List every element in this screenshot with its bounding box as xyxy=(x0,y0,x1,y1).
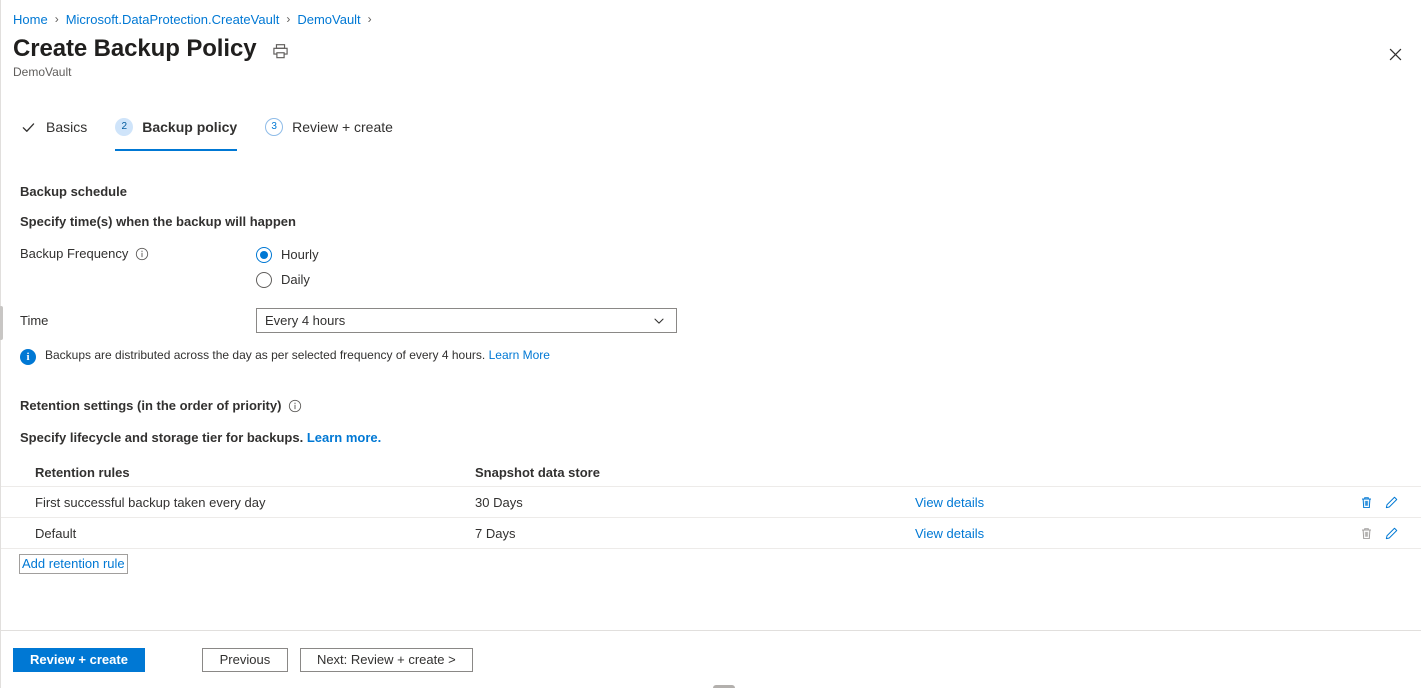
tab-label-backup-policy: Backup policy xyxy=(142,119,238,135)
info-filled-icon: i xyxy=(20,349,36,365)
view-details-link[interactable]: View details xyxy=(915,495,984,510)
breadcrumb-separator-icon: › xyxy=(367,12,372,26)
learn-more-link[interactable]: Learn More xyxy=(489,348,550,362)
breadcrumb-item-home[interactable]: Home xyxy=(13,12,48,27)
time-label: Time xyxy=(20,313,48,328)
column-header-retention-rules: Retention rules xyxy=(35,465,130,480)
view-details-link[interactable]: View details xyxy=(915,526,984,541)
review-create-button[interactable]: Review + create xyxy=(13,647,145,672)
breadcrumb-separator-icon: › xyxy=(54,12,59,26)
table-row: Default 7 Days View details xyxy=(1,518,1421,549)
tab-review-create[interactable]: 3 Review + create xyxy=(261,110,403,153)
tab-step-number: 2 xyxy=(115,118,134,136)
retention-description: Specify lifecycle and storage tier for b… xyxy=(20,430,381,445)
table-row: First successful backup taken every day … xyxy=(1,487,1421,518)
next-review-create-button[interactable]: Next: Review + create > xyxy=(299,647,473,672)
check-icon xyxy=(19,118,37,136)
page-header: Create Backup Policy xyxy=(13,34,290,64)
retention-settings-heading-text: Retention settings (in the order of prio… xyxy=(20,398,282,413)
tab-basics[interactable]: Basics xyxy=(15,110,97,153)
retention-learn-more-link[interactable]: Learn more. xyxy=(307,430,381,445)
backup-frequency-label-text: Backup Frequency xyxy=(20,246,129,261)
tab-backup-policy[interactable]: 2 Backup policy xyxy=(111,110,247,153)
previous-button[interactable]: Previous xyxy=(201,647,288,672)
chevron-down-icon xyxy=(652,314,666,328)
breadcrumb-item-demovault[interactable]: DemoVault xyxy=(297,12,360,27)
delete-icon xyxy=(1358,525,1374,541)
info-outline-icon[interactable] xyxy=(288,399,302,413)
radio-selected-icon xyxy=(256,246,272,263)
retention-rules-table: Retention rules Snapshot data store Firs… xyxy=(1,459,1421,549)
cell-row-actions xyxy=(1343,494,1399,510)
wizard-footer: Review + create Previous Next: Review + … xyxy=(1,630,1421,688)
tab-label-review-create: Review + create xyxy=(292,119,393,135)
breadcrumb-item-createvault[interactable]: Microsoft.DataProtection.CreateVault xyxy=(66,12,280,27)
close-icon[interactable] xyxy=(1379,38,1411,70)
radio-unselected-icon xyxy=(256,271,272,288)
backup-schedule-heading: Backup schedule xyxy=(20,184,127,199)
breadcrumb: Home › Microsoft.DataProtection.CreateVa… xyxy=(13,9,379,29)
wizard-tabs: Basics 2 Backup policy 3 Review + create xyxy=(15,110,417,151)
info-message-body: Backups are distributed across the day a… xyxy=(45,348,486,362)
page-title: Create Backup Policy xyxy=(13,35,257,62)
cell-snapshot-data-store: 7 Days xyxy=(475,525,516,541)
time-dropdown-value: Every 4 hours xyxy=(265,313,346,328)
create-backup-policy-blade: Home › Microsoft.DataProtection.CreateVa… xyxy=(0,0,1421,688)
backup-distribution-info: i Backups are distributed across the day… xyxy=(20,348,550,365)
radio-daily[interactable]: Daily xyxy=(256,267,319,292)
printer-icon[interactable] xyxy=(270,41,290,61)
time-label-text: Time xyxy=(20,313,49,328)
time-dropdown[interactable]: Every 4 hours xyxy=(256,308,677,333)
tab-label-basics: Basics xyxy=(46,119,88,135)
radio-hourly-label: Hourly xyxy=(281,247,319,262)
info-outline-icon[interactable] xyxy=(135,247,149,261)
backup-schedule-description: Specify time(s) when the backup will hap… xyxy=(20,214,296,229)
cell-retention-rule: First successful backup taken every day xyxy=(35,494,266,510)
breadcrumb-separator-icon: › xyxy=(286,12,291,26)
cell-retention-rule: Default xyxy=(35,525,77,541)
cell-row-actions xyxy=(1343,525,1399,541)
backup-policy-form: Backup schedule Specify time(s) when the… xyxy=(1,170,1421,630)
edit-icon[interactable] xyxy=(1383,525,1399,541)
edit-icon[interactable] xyxy=(1383,494,1399,510)
backup-frequency-radio-group: Hourly Daily xyxy=(256,242,319,292)
cell-view-details: View details xyxy=(915,526,1343,541)
radio-hourly[interactable]: Hourly xyxy=(256,242,319,267)
retention-description-text: Specify lifecycle and storage tier for b… xyxy=(20,430,304,445)
cell-snapshot-data-store: 30 Days xyxy=(475,494,523,510)
add-retention-rule-link[interactable]: Add retention rule xyxy=(19,554,128,574)
backup-frequency-label: Backup Frequency xyxy=(20,246,149,261)
table-header-row: Retention rules Snapshot data store xyxy=(1,459,1421,487)
radio-daily-label: Daily xyxy=(281,272,310,287)
retention-settings-heading: Retention settings (in the order of prio… xyxy=(20,398,302,413)
column-header-snapshot-data-store: Snapshot data store xyxy=(475,465,600,480)
delete-icon[interactable] xyxy=(1358,494,1374,510)
tab-step-number: 3 xyxy=(265,118,284,136)
cell-view-details: View details xyxy=(915,495,1343,510)
info-message-text: Backups are distributed across the day a… xyxy=(45,348,550,362)
page-subtitle: DemoVault xyxy=(13,65,72,79)
